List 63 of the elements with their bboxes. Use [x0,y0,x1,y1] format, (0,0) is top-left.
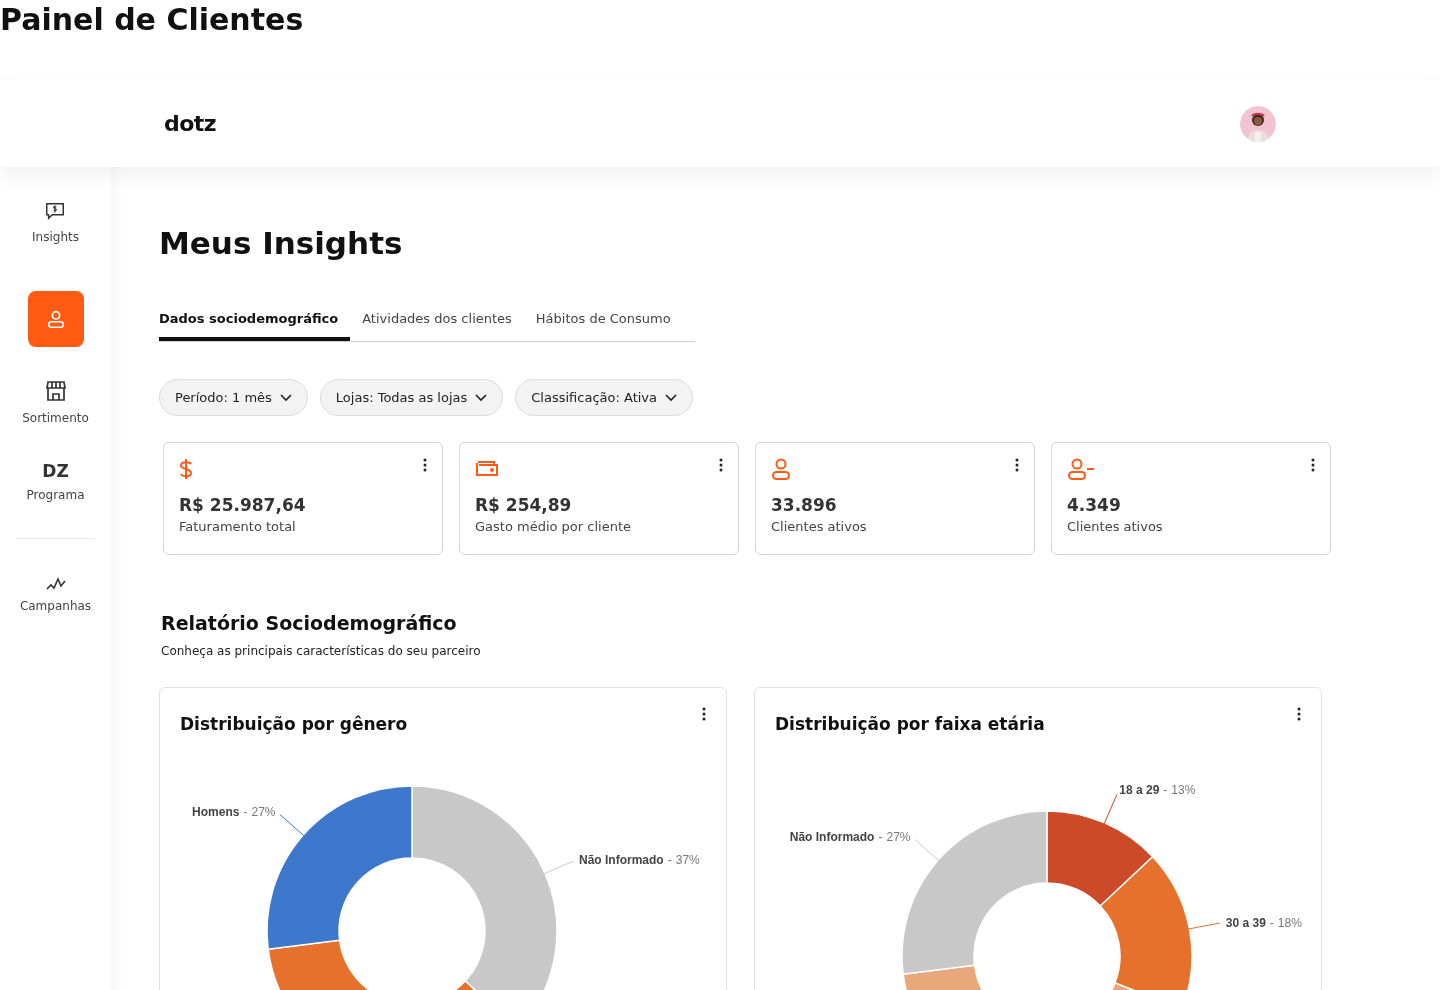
chart-title: Distribuição por faixa etária [775,713,1045,736]
label-separator: - [878,828,883,846]
label-separator: - [667,851,672,869]
slice-value: 18% [1277,914,1302,932]
chevron-down-icon [279,393,292,402]
more-icon[interactable] [423,458,427,472]
leader-line [914,839,941,862]
leader-line [1103,794,1118,826]
slice-category: Não Informado [579,851,664,869]
slice-value: 27% [251,803,276,821]
slice-category: Não Informado [789,828,875,846]
tab[interactable]: Hábitos de Consumo [523,301,683,341]
chat-dollar-icon [44,200,67,222]
chevron-down-icon [475,393,488,402]
slice-value: 27% [886,828,911,846]
filter-dropdown[interactable]: Classificação: Ativa [515,379,693,416]
section-heading: Meus Insights [159,224,404,263]
label-separator: - [1163,781,1168,799]
filter-dropdown[interactable]: Lojas: Todas as lojas [319,379,504,416]
report-subtitle: Conheça as principais características do seu parceiro [161,643,482,660]
more-icon[interactable] [1297,707,1301,721]
more-icon[interactable] [719,458,723,472]
program-logo-icon: DZ [42,463,69,480]
sidebar-item[interactable]: Insights [24,196,87,250]
leader-line [279,814,306,837]
slice-category: 30 a 39 [1225,914,1266,932]
user-icon [771,458,791,480]
more-icon[interactable] [1015,458,1019,472]
tab[interactable]: Dados sociodemográfico [159,301,351,341]
store-icon [43,379,68,403]
stat-value: 4.349 [1067,494,1122,516]
slice-value: 37% [675,851,700,869]
leader-line [1186,922,1221,930]
tab[interactable]: Atividades dos clientes [350,301,524,341]
chevron-down-icon [665,393,677,402]
stat-value: R$ 254,89 [475,494,573,516]
wallet-icon [475,458,499,478]
user-minus-icon [1067,458,1095,480]
label-separator: - [1269,914,1274,932]
stat-label: Clientes ativos [771,518,868,536]
sidebar-item[interactable]: DZ Programa [18,459,93,508]
more-icon[interactable] [1311,458,1315,472]
stat-value: R$ 25.987,64 [179,494,307,516]
stat-value: 33.896 [771,494,838,516]
stat-label: Gasto médio por cliente [475,518,632,536]
sidebar-item[interactable]: Sortimento [14,375,97,431]
trend-line-icon [45,577,66,591]
logo[interactable]: dotz [164,107,216,140]
filter-dropdown[interactable]: Período: 1 mês [159,379,308,416]
slice-category: Homens [192,803,240,821]
label-separator: - [243,803,248,821]
page-title: Painel de Clientes [0,1,304,39]
leader-line [542,860,574,875]
stat-label: Clientes ativos [1067,518,1164,536]
stat-label: Faturamento total [179,518,297,536]
sidebar-item[interactable]: Campanhas [11,573,100,619]
chart-title: Distribuição por gênero [180,713,408,736]
report-title: Relatório Sociodemográfico [161,611,458,636]
dollar-icon [179,458,193,480]
slice-category: 18 a 29 [1119,781,1160,799]
slice-value: 13% [1171,781,1196,799]
more-icon[interactable] [702,707,706,721]
sidebar-item[interactable] [27,291,84,347]
